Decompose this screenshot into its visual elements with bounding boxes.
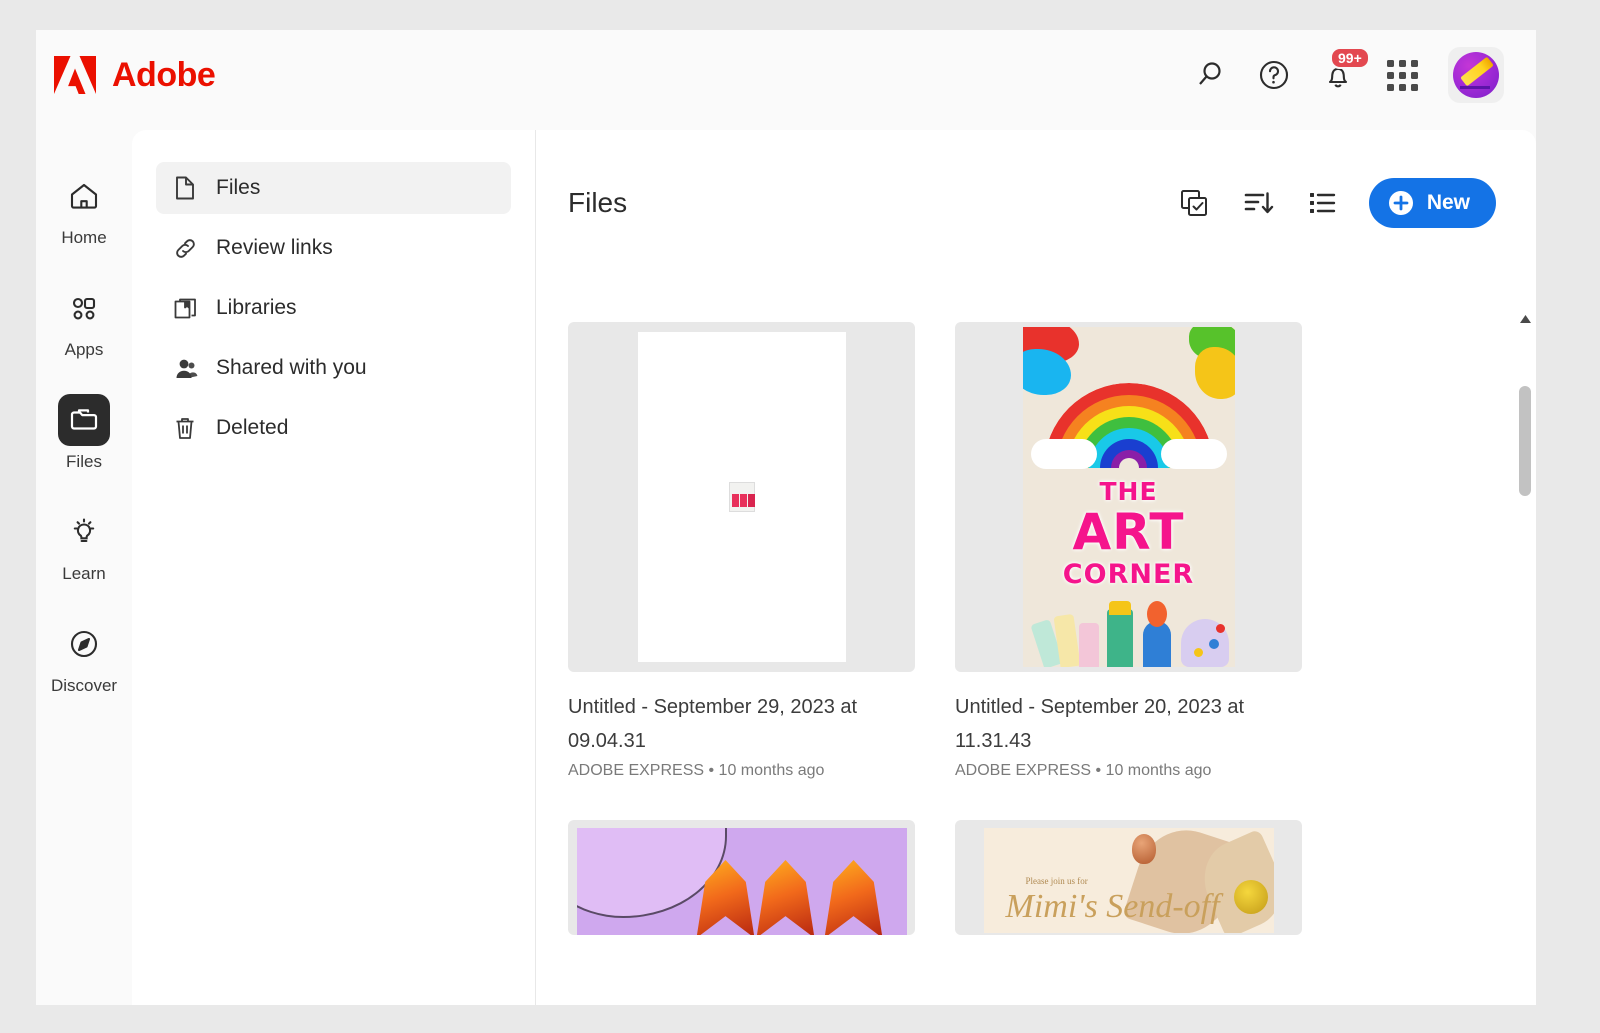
- brand-logo[interactable]: Adobe: [52, 54, 215, 96]
- rail-label-learn: Learn: [62, 564, 105, 584]
- scrollbar-thumb[interactable]: [1519, 386, 1531, 496]
- file-thumbnail-purple-origami: [568, 820, 915, 935]
- app-grid-icon[interactable]: [1384, 57, 1420, 93]
- nav-label-deleted: Deleted: [216, 416, 288, 440]
- apps-icon: [58, 282, 110, 334]
- nav-item-shared-with-you[interactable]: Shared with you: [156, 342, 511, 394]
- rail-label-files: Files: [66, 452, 102, 472]
- global-navigation-rail: Home Apps Files: [36, 120, 132, 1005]
- embedded-photo-icon: [729, 482, 755, 512]
- nav-item-review-links[interactable]: Review links: [156, 222, 511, 274]
- scroll-up-arrow-icon[interactable]: [1518, 312, 1532, 326]
- nav-item-deleted[interactable]: Deleted: [156, 402, 511, 454]
- file-meta: ADOBE EXPRESS • 10 months ago: [568, 762, 915, 780]
- file-meta: ADOBE EXPRESS • 10 months ago: [955, 762, 1302, 780]
- trash-icon: [172, 415, 198, 441]
- rail-item-home[interactable]: Home: [44, 170, 124, 248]
- rail-item-files[interactable]: Files: [44, 394, 124, 472]
- file-thumbnail-art-corner-poster: THE ART CORNER: [955, 322, 1302, 672]
- nav-label-shared-with-you: Shared with you: [216, 356, 367, 380]
- rail-label-discover: Discover: [51, 676, 117, 696]
- new-button[interactable]: New: [1369, 178, 1496, 228]
- bell-icon[interactable]: 99+: [1320, 57, 1356, 93]
- files-navigation-panel: Files Review links Libraries: [132, 130, 536, 1005]
- link-icon: [172, 235, 198, 261]
- file-card[interactable]: [568, 820, 915, 935]
- nav-item-libraries[interactable]: Libraries: [156, 282, 511, 334]
- rail-item-learn[interactable]: Learn: [44, 506, 124, 584]
- top-bar-actions: 99+: [1192, 47, 1504, 103]
- folder-icon: [58, 394, 110, 446]
- list-view-icon[interactable]: [1305, 186, 1339, 220]
- search-icon[interactable]: [1192, 57, 1228, 93]
- rail-item-apps[interactable]: Apps: [44, 282, 124, 360]
- plus-circle-icon: [1387, 189, 1415, 217]
- adobe-creative-cloud-window: Adobe 99+: [36, 30, 1536, 1005]
- select-multiple-icon[interactable]: [1177, 186, 1211, 220]
- poster-text-line-3: CORNER: [1023, 559, 1235, 590]
- poster-text-line-1: THE: [1023, 477, 1235, 506]
- files-grid: Untitled - September 29, 2023 at 09.04.3…: [536, 322, 1536, 1005]
- help-circle-icon[interactable]: [1256, 57, 1292, 93]
- top-bar: Adobe 99+: [36, 30, 1536, 120]
- content-toolbar: New: [1177, 178, 1496, 228]
- library-book-icon: [172, 295, 198, 321]
- nav-label-review-links: Review links: [216, 236, 333, 260]
- rail-label-home: Home: [61, 228, 106, 248]
- invite-text-line-1: Please join us for: [1026, 876, 1088, 886]
- new-button-label: New: [1427, 191, 1470, 215]
- file-title: Untitled - September 20, 2023 at 11.31.4…: [955, 690, 1265, 758]
- rail-label-apps: Apps: [65, 340, 104, 360]
- notification-badge: 99+: [1330, 47, 1370, 69]
- file-card[interactable]: Untitled - September 29, 2023 at 09.04.3…: [568, 322, 915, 780]
- invite-text-line-2: Mimi's Send-off: [1006, 888, 1220, 926]
- content-header: Files: [536, 130, 1536, 228]
- lightbulb-icon: [58, 506, 110, 558]
- nav-label-files: Files: [216, 176, 260, 200]
- file-card[interactable]: THE ART CORNER: [955, 322, 1302, 780]
- nav-label-libraries: Libraries: [216, 296, 297, 320]
- adobe-logo-icon: [52, 54, 98, 96]
- avatar[interactable]: [1448, 47, 1504, 103]
- nav-item-files[interactable]: Files: [156, 162, 511, 214]
- file-thumbnail-send-off-invitation: Please join us for Mimi's Send-off: [955, 820, 1302, 935]
- file-title: Untitled - September 29, 2023 at 09.04.3…: [568, 690, 878, 758]
- user-avatar-pencil-icon: [1453, 52, 1499, 98]
- person-icon: [172, 355, 198, 381]
- poster-text-line-2: ART: [1023, 503, 1235, 561]
- file-card[interactable]: Please join us for Mimi's Send-off: [955, 820, 1302, 935]
- page-title: Files: [568, 187, 627, 219]
- rail-item-discover[interactable]: Discover: [44, 618, 124, 696]
- compass-icon: [58, 618, 110, 670]
- sort-descending-icon[interactable]: [1241, 186, 1275, 220]
- home-icon: [58, 170, 110, 222]
- file-thumbnail-blank-document: [568, 322, 915, 672]
- brand-name: Adobe: [112, 56, 215, 95]
- vertical-scrollbar[interactable]: [1518, 312, 1532, 1005]
- document-icon: [172, 175, 198, 201]
- files-content-area: Files: [536, 130, 1536, 1005]
